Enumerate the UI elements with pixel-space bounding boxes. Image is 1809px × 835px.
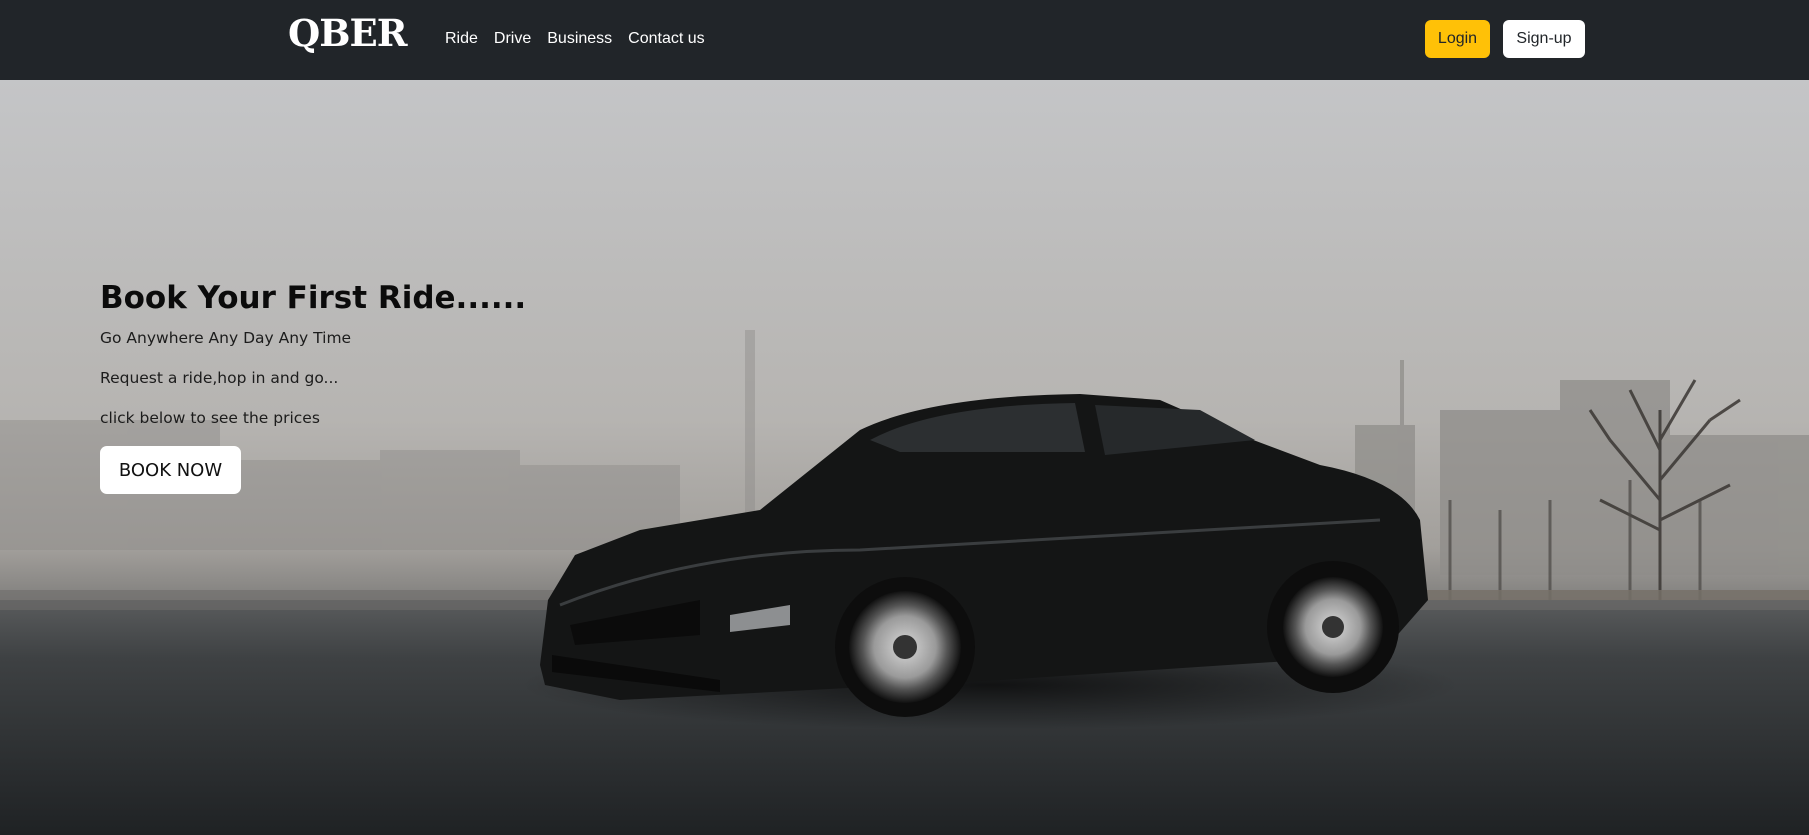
hero-prompt: click below to see the prices — [100, 409, 320, 427]
book-now-button[interactable]: BOOK NOW — [100, 446, 241, 494]
nav-links: Ride Drive Business Contact us — [445, 27, 705, 51]
nav-link-ride[interactable]: Ride — [445, 27, 478, 51]
nav-link-business[interactable]: Business — [547, 27, 612, 51]
hero-section: Book Your First Ride...... — [0, 80, 1809, 835]
hero-subtext: Request a ride,hop in and go... — [100, 369, 339, 387]
hero-title: Book Your First Ride...... — [100, 280, 527, 316]
hero-background-image — [0, 80, 1809, 835]
top-navbar: QBER Ride Drive Business Contact us Logi… — [0, 0, 1809, 80]
nav-link-contact-us[interactable]: Contact us — [628, 27, 704, 51]
brand-logo[interactable]: QBER — [288, 9, 407, 57]
login-button[interactable]: Login — [1425, 20, 1490, 58]
signup-button[interactable]: Sign-up — [1503, 20, 1585, 58]
hero-tagline: Go Anywhere Any Day Any Time — [100, 329, 352, 347]
nav-link-drive[interactable]: Drive — [494, 27, 531, 51]
